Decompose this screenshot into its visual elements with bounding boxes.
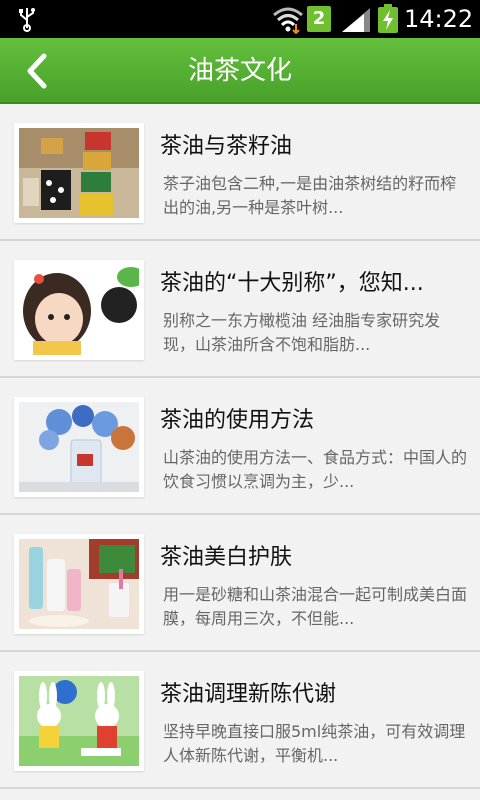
status-bar: 2 14:22 <box>0 0 480 38</box>
article-summary: 用一是砂糖和山茶油混合一起可制成美白面膜，每周用三次，不但能... <box>163 585 468 628</box>
list-item[interactable]: 茶油与茶籽油 茶子油包含二种,一是由油茶树结的籽而榨出的油,另一种是茶叶树... <box>0 104 480 241</box>
list-item[interactable]: 茶油的“十大别称”，您知... 别称之一东方橄榄油 经油脂专家研究发现，山茶油所… <box>0 241 480 378</box>
article-title: 茶油的使用方法 <box>160 408 315 433</box>
article-title: 茶油的“十大别称”，您知... <box>160 271 424 296</box>
article-summary: 别称之一东方橄榄油 经油脂专家研究发现，山茶油所含不饱和脂肪... <box>163 311 441 354</box>
article-title: 茶油美白护肤 <box>160 545 293 570</box>
sim-icon: 2 <box>307 6 331 32</box>
article-title: 茶油调理新陈代谢 <box>160 682 337 707</box>
article-list: 茶油与茶籽油 茶子油包含二种,一是由油茶树结的籽而榨出的油,另一种是茶叶树...… <box>0 104 480 789</box>
app-header: 油茶文化 <box>0 38 480 104</box>
skincare-bottles-photo <box>14 534 144 634</box>
list-item[interactable]: 茶油的使用方法 山茶油的使用方法一、食品方式：中国人的饮食习惯以烹调为主，少..… <box>0 378 480 515</box>
article-title: 茶油与茶籽油 <box>160 134 293 159</box>
child-portrait-photo <box>14 260 144 360</box>
usb-icon <box>19 8 35 32</box>
list-item[interactable]: 茶油调理新陈代谢 坚持早晚直接口服5ml纯茶油，可有效调理人体新陈代谢，平衡机.… <box>0 652 480 789</box>
list-item[interactable]: 茶油美白护肤 用一是砂糖和山茶油混合一起可制成美白面膜，每周用三次，不但能... <box>0 515 480 652</box>
tea-cups-photo <box>14 123 144 223</box>
flowers-glass-photo <box>14 397 144 497</box>
page-title: 油茶文化 <box>187 56 292 86</box>
article-summary: 山茶油的使用方法一、食品方式：中国人的饮食习惯以烹调为主，少... <box>163 448 468 491</box>
wifi-icon <box>273 7 303 34</box>
bunny-figurines-photo <box>14 671 144 771</box>
article-summary: 坚持早晚直接口服5ml纯茶油，可有效调理人体新陈代谢，平衡机... <box>163 722 466 765</box>
battery-charging-icon <box>378 4 398 33</box>
article-summary: 茶子油包含二种,一是由油茶树结的籽而榨出的油,另一种是茶叶树... <box>163 174 457 217</box>
signal-icon <box>342 8 370 32</box>
clock: 14:22 <box>404 5 474 33</box>
